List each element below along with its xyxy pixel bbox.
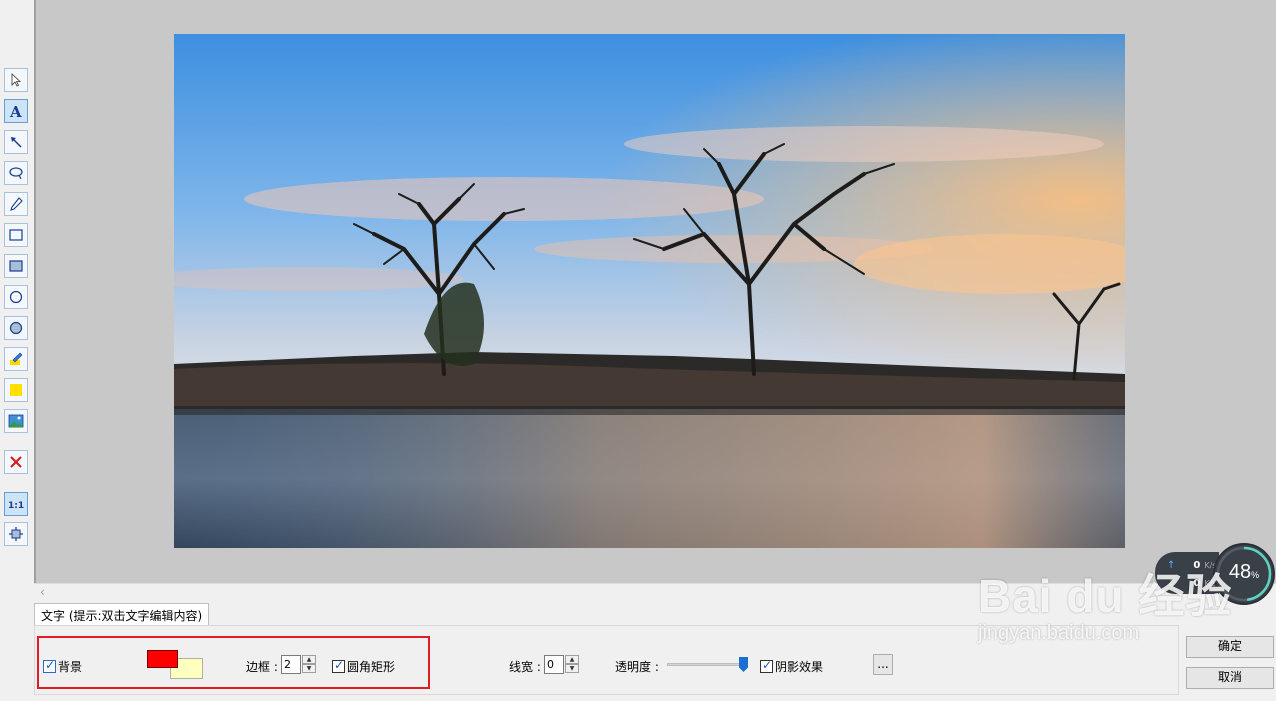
stepper-up-icon[interactable]: ▲	[565, 655, 579, 664]
svg-text:A: A	[9, 103, 22, 119]
cancel-button[interactable]: 取消	[1186, 667, 1274, 689]
editor-window: A 1:1 ‹ ↑ 0 K/s ↓ 0 K/s 48% 文字 (提示:双击文字编…	[0, 0, 1276, 701]
stepper-down-icon[interactable]: ▼	[565, 664, 579, 673]
memory-usage-gauge[interactable]: 48%	[1213, 543, 1275, 605]
upload-arrow-icon: ↑	[1167, 560, 1176, 571]
horizontal-scrollbar[interactable]: ‹	[34, 583, 1276, 600]
line-width-stepper[interactable]: ▲ ▼	[565, 655, 579, 674]
text-icon: A	[9, 103, 22, 119]
rounded-rect-checkbox-box[interactable]	[332, 658, 345, 673]
filled-rectangle-icon	[9, 260, 23, 272]
fit-window-icon	[9, 527, 23, 541]
stepper-down-icon[interactable]: ▼	[302, 664, 316, 673]
tab-text-properties[interactable]: 文字 (提示:双击文字编辑内容)	[34, 603, 210, 625]
more-options-button[interactable]: ...	[873, 654, 893, 675]
text-tool-button[interactable]: A	[4, 99, 28, 123]
filled-circle-tool-button[interactable]	[4, 316, 28, 340]
select-tool-button[interactable]	[4, 68, 28, 92]
delete-tool-button[interactable]	[4, 450, 28, 474]
rectangle-icon	[9, 229, 23, 241]
filled-rectangle-tool-button[interactable]	[4, 254, 28, 278]
border-width-stepper[interactable]: ▲ ▼	[302, 655, 316, 674]
line-width-label: 线宽 :	[509, 660, 541, 674]
drawing-toolbar: A 1:1	[0, 0, 33, 600]
image-tool-button[interactable]	[4, 409, 28, 433]
shadow-label: 阴影效果	[775, 660, 824, 674]
upload-speed: ↑ 0 K/s	[1167, 560, 1217, 571]
lasso-icon	[9, 167, 23, 180]
background-checkbox[interactable]: 背景	[43, 658, 82, 675]
line-width-input[interactable]: 0	[544, 655, 564, 674]
yellow-square-icon	[10, 384, 22, 396]
highlighter-icon	[10, 352, 23, 365]
ok-button[interactable]: 确定	[1186, 636, 1274, 658]
lake-sunset-image	[174, 34, 1125, 548]
image-icon	[8, 414, 24, 428]
circle-tool-button[interactable]	[4, 285, 28, 309]
shadow-checkbox[interactable]: 阴影效果	[760, 658, 823, 675]
network-speed-widget: ↑ 0 K/s ↓ 0 K/s	[1155, 552, 1219, 594]
svg-text:1:1: 1:1	[8, 501, 24, 511]
delete-icon	[10, 456, 22, 468]
stepper-up-icon[interactable]: ▲	[302, 655, 316, 664]
background-checkbox-box[interactable]	[43, 658, 56, 673]
circle-icon	[9, 290, 23, 304]
border-label: 边框 :	[246, 660, 278, 674]
border-width-input[interactable]: 2	[281, 655, 301, 674]
pen-tool-button[interactable]	[4, 192, 28, 216]
lasso-tool-button[interactable]	[4, 161, 28, 185]
usage-percent: 48%	[1228, 561, 1260, 583]
rounded-rect-label: 圆角矩形	[347, 660, 396, 674]
rounded-rect-checkbox[interactable]: 圆角矩形	[332, 658, 395, 675]
canvas-area[interactable]	[34, 0, 1276, 583]
background-label: 背景	[58, 660, 83, 674]
download-speed: ↓ 0 K/s	[1167, 578, 1217, 589]
highlighter-tool-button[interactable]	[4, 347, 28, 371]
opacity-label: 透明度 :	[615, 660, 659, 674]
yellow-fill-tool-button[interactable]	[4, 378, 28, 402]
opacity-slider-track[interactable]	[667, 663, 747, 666]
pen-icon	[10, 197, 23, 211]
actual-size-button[interactable]: 1:1	[4, 492, 28, 516]
download-arrow-icon: ↓	[1167, 578, 1176, 589]
filled-circle-icon	[9, 321, 23, 335]
scroll-left-icon[interactable]: ‹	[40, 585, 45, 599]
arrow-tool-button[interactable]	[4, 130, 28, 154]
fit-window-button[interactable]	[4, 522, 28, 546]
arrow-icon	[11, 137, 22, 148]
rectangle-tool-button[interactable]	[4, 223, 28, 247]
actual-size-icon: 1:1	[8, 501, 24, 511]
cursor-icon	[11, 73, 22, 87]
landscape-photo[interactable]	[174, 34, 1125, 548]
shadow-checkbox-box[interactable]	[760, 658, 773, 673]
foreground-color-swatch[interactable]	[147, 650, 178, 668]
